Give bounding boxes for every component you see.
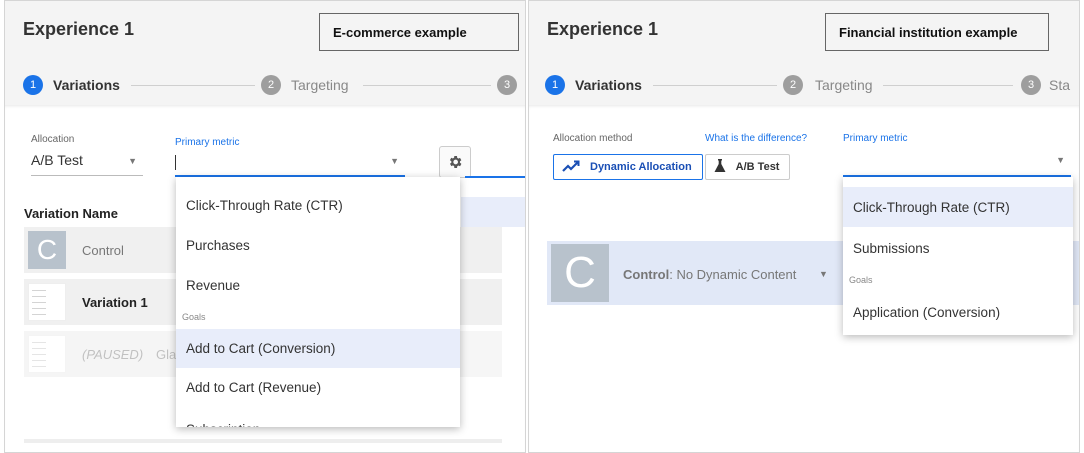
chevron-down-icon[interactable]: ▼ — [819, 269, 828, 279]
step-3-label[interactable]: Sta — [1049, 77, 1070, 93]
dropdown-option-add-to-cart-conversion[interactable]: Add to Cart (Conversion) — [176, 329, 460, 368]
control-label-bold: Control — [623, 267, 670, 282]
step-3-circle[interactable]: 3 — [1021, 75, 1041, 95]
example-label: E-commerce example — [319, 13, 519, 51]
step-1-circle[interactable]: 1 — [23, 75, 43, 95]
financial-panel: Experience 1 Financial institution examp… — [528, 0, 1080, 453]
step-1-label[interactable]: Variations — [53, 77, 120, 93]
tab-underline — [465, 176, 525, 178]
variation-thumbnail — [28, 283, 66, 321]
step-connector — [131, 85, 255, 86]
dropdown-option-subscription[interactable]: Subscription — [176, 411, 460, 427]
avatar: C — [551, 244, 609, 302]
gear-icon — [449, 156, 462, 168]
primary-metric-input[interactable]: ▼ — [843, 151, 1071, 177]
variations-body: Allocation A/B Test ▼ Primary metric ▼ V… — [5, 105, 525, 452]
allocation-caption: Allocation — [31, 134, 75, 145]
variation-name-header: Variation Name — [24, 206, 118, 221]
dropdown-option-ctr[interactable]: Click-Through Rate (CTR) — [176, 187, 460, 224]
control-label-rest: : No Dynamic Content — [669, 267, 797, 282]
divider — [24, 439, 502, 443]
avatar: C — [28, 231, 66, 269]
example-label: Financial institution example — [825, 13, 1049, 51]
step-1-circle[interactable]: 1 — [545, 75, 565, 95]
experience-title: Experience 1 — [547, 19, 659, 39]
allocation-value: A/B Test — [31, 152, 83, 168]
dropdown-group-goals: Goals — [849, 275, 873, 285]
allocation-method-caption: Allocation method — [553, 133, 633, 144]
chevron-down-icon: ▼ — [128, 156, 137, 166]
variation-status: (PAUSED) — [82, 347, 144, 362]
chevron-down-icon: ▼ — [1056, 155, 1065, 165]
step-connector — [883, 85, 1013, 86]
step-2-circle[interactable]: 2 — [783, 75, 803, 95]
stepper: 1 Variations 2 Targeting 3 — [5, 71, 525, 99]
variation-thumbnail — [28, 335, 66, 373]
dropdown-option-revenue[interactable]: Revenue — [176, 267, 460, 304]
settings-button[interactable] — [439, 146, 471, 178]
panel-header: Experience 1 Financial institution examp… — [529, 1, 1079, 106]
primary-metric-caption: Primary metric — [175, 137, 240, 148]
difference-help-link[interactable]: What is the difference? — [705, 133, 807, 144]
dynamic-allocation-toggle[interactable]: Dynamic Allocation — [553, 154, 703, 180]
control-row-label: Control: No Dynamic Content — [623, 267, 796, 282]
primary-metric-input[interactable]: ▼ — [175, 152, 405, 177]
dropdown-option-application-conversion[interactable]: Application (Conversion) — [843, 293, 1073, 331]
stepper: 1 Variations 2 Targeting 3 Sta — [529, 71, 1079, 99]
variation-name: Control — [82, 243, 124, 258]
allocation-select[interactable]: A/B Test ▼ — [31, 152, 143, 176]
step-connector — [653, 85, 777, 86]
ecommerce-panel: Experience 1 E-commerce example 1 Variat… — [4, 0, 526, 453]
ab-test-toggle[interactable]: A/B Test — [704, 154, 791, 180]
variation-name: Gla — [156, 347, 177, 362]
step-2-label[interactable]: Targeting — [815, 77, 873, 93]
step-1-label[interactable]: Variations — [575, 77, 642, 93]
step-2-circle[interactable]: 2 — [261, 75, 281, 95]
step-connector — [363, 85, 491, 86]
step-2-label[interactable]: Targeting — [291, 77, 349, 93]
text-cursor — [175, 155, 176, 170]
step-3-circle[interactable]: 3 — [497, 75, 517, 95]
chevron-down-icon: ▼ — [390, 156, 399, 166]
row-highlight-edge — [461, 197, 525, 227]
trending-up-icon — [562, 160, 580, 175]
flask-icon — [714, 158, 726, 176]
experience-title: Experience 1 — [23, 19, 135, 39]
variation-name: Variation 1 — [82, 295, 148, 310]
toggle-label: A/B Test — [735, 161, 780, 173]
variations-body: Allocation method What is the difference… — [529, 105, 1079, 452]
toggle-label: Dynamic Allocation — [590, 161, 692, 173]
dropdown-option-purchases[interactable]: Purchases — [176, 227, 460, 264]
primary-metric-dropdown: Click-Through Rate (CTR) Submissions Goa… — [843, 177, 1073, 335]
dropdown-option-submissions[interactable]: Submissions — [843, 229, 1073, 267]
dropdown-group-goals: Goals — [182, 312, 206, 322]
dropdown-option-add-to-cart-revenue[interactable]: Add to Cart (Revenue) — [176, 369, 460, 406]
allocation-toggle-group: Dynamic Allocation A/B Test — [553, 154, 791, 180]
primary-metric-caption: Primary metric — [843, 133, 908, 144]
primary-metric-dropdown: Click-Through Rate (CTR) Purchases Reven… — [176, 177, 460, 427]
dropdown-option-ctr[interactable]: Click-Through Rate (CTR) — [843, 187, 1073, 227]
panel-header: Experience 1 E-commerce example 1 Variat… — [5, 1, 525, 106]
